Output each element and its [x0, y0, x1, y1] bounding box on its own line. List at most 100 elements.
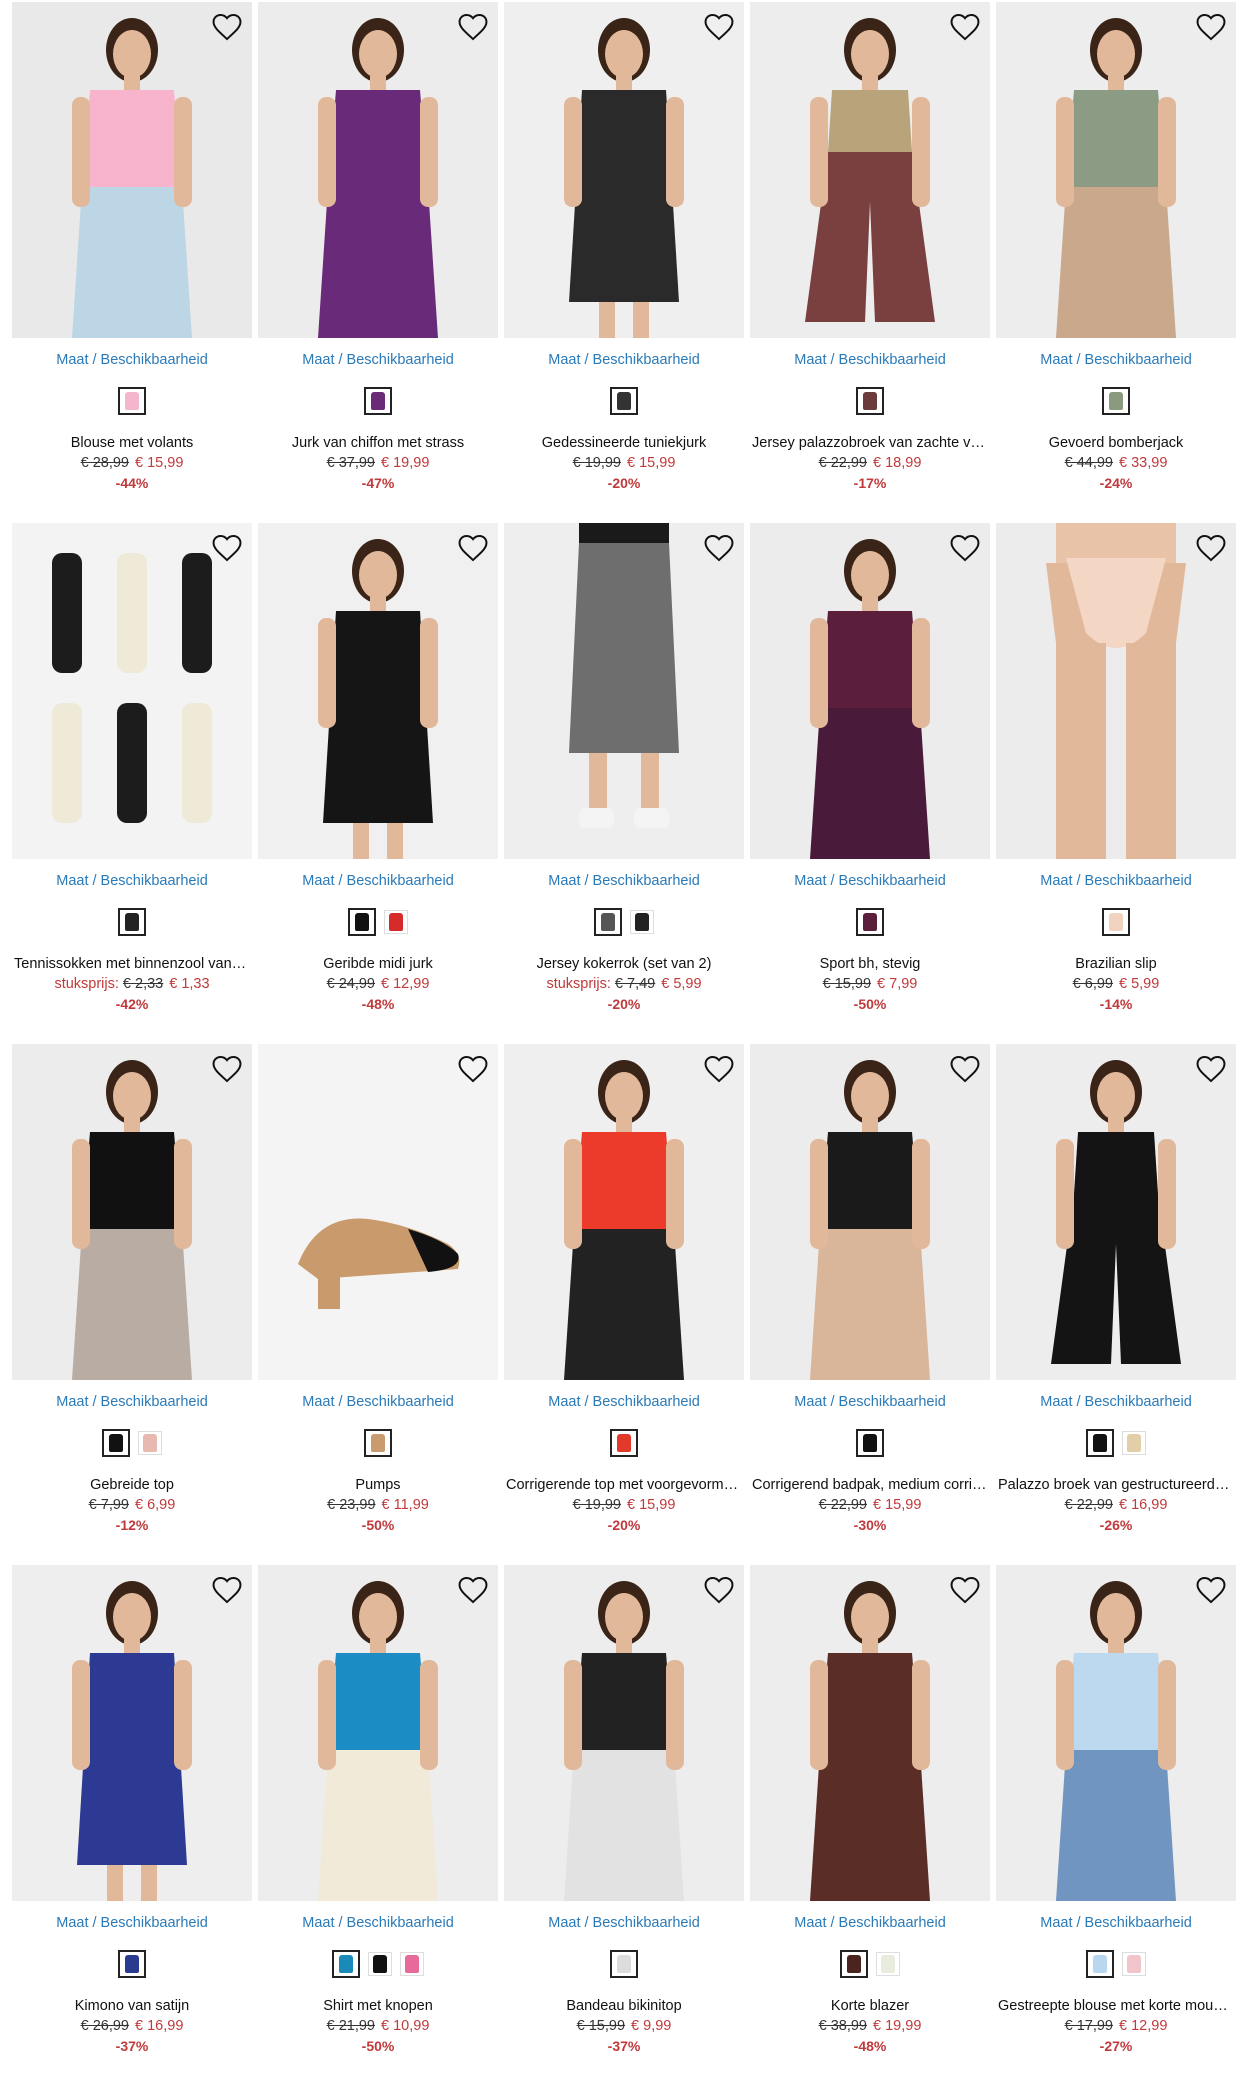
product-card[interactable]: Maat / Beschikbaarheid Brazilian slip € 6,… — [996, 523, 1236, 1014]
size-availability-link[interactable]: Maat / Beschikbaarheid — [12, 872, 252, 890]
wishlist-heart-icon[interactable] — [948, 531, 982, 565]
wishlist-heart-icon[interactable] — [210, 1052, 244, 1086]
wishlist-heart-icon[interactable] — [456, 1052, 490, 1086]
product-image[interactable] — [996, 1044, 1236, 1380]
color-swatch[interactable] — [102, 1429, 130, 1457]
color-swatch[interactable] — [1102, 908, 1130, 936]
color-swatch[interactable] — [610, 387, 638, 415]
product-name[interactable]: Corrigerend badpak, medium corrigerend — [750, 1475, 990, 1495]
color-swatch[interactable] — [594, 908, 622, 936]
product-name[interactable]: Brazilian slip — [996, 954, 1236, 974]
wishlist-heart-icon[interactable] — [210, 531, 244, 565]
product-image[interactable] — [12, 2, 252, 338]
product-image[interactable] — [750, 2, 990, 338]
product-card[interactable]: Maat / Beschikbaarheid Sport bh, stevig € … — [750, 523, 990, 1014]
product-name[interactable]: Kimono van satijn — [12, 1996, 252, 2016]
color-swatch[interactable] — [1122, 1431, 1146, 1455]
product-card[interactable]: Maat / Beschikbaarheid Shirt met knopen € … — [258, 1565, 498, 2056]
product-card[interactable]: Maat / Beschikbaarheid Gevoerd bomberjack… — [996, 2, 1236, 493]
product-card[interactable]: Maat / Beschikbaarheid Jersey palazzobroe… — [750, 2, 990, 493]
product-card[interactable]: Maat / Beschikbaarheid Gebreide top € 7,99… — [12, 1044, 252, 1535]
color-swatch[interactable] — [1102, 387, 1130, 415]
product-name[interactable]: Gevoerd bomberjack — [996, 433, 1236, 453]
size-availability-link[interactable]: Maat / Beschikbaarheid — [750, 1393, 990, 1411]
size-availability-link[interactable]: Maat / Beschikbaarheid — [258, 1393, 498, 1411]
product-name[interactable]: Jurk van chiffon met strass — [258, 433, 498, 453]
size-availability-link[interactable]: Maat / Beschikbaarheid — [12, 1393, 252, 1411]
product-name[interactable]: Korte blazer — [750, 1996, 990, 2016]
product-image[interactable] — [750, 1044, 990, 1380]
product-card[interactable]: Maat / Beschikbaarheid Pumps € 23,99 € 11,9… — [258, 1044, 498, 1535]
product-image[interactable] — [504, 1044, 744, 1380]
color-swatch[interactable] — [1122, 1952, 1146, 1976]
product-name[interactable]: Corrigerende top met voorgevormde cups — [504, 1475, 744, 1495]
product-image[interactable] — [750, 1565, 990, 1901]
size-availability-link[interactable]: Maat / Beschikbaarheid — [12, 1914, 252, 1932]
size-availability-link[interactable]: Maat / Beschikbaarheid — [258, 351, 498, 369]
product-name[interactable]: Jersey palazzobroek van zachte viscose — [750, 433, 990, 453]
product-card[interactable]: Maat / Beschikbaarheid Jersey kokerrok (s… — [504, 523, 744, 1014]
size-availability-link[interactable]: Maat / Beschikbaarheid — [504, 1393, 744, 1411]
wishlist-heart-icon[interactable] — [456, 531, 490, 565]
product-card[interactable]: Maat / Beschikbaarheid Tennissokken met b… — [12, 523, 252, 1014]
wishlist-heart-icon[interactable] — [702, 531, 736, 565]
product-card[interactable]: Maat / Beschikbaarheid Corrigerend badpak… — [750, 1044, 990, 1535]
wishlist-heart-icon[interactable] — [702, 1052, 736, 1086]
product-image[interactable] — [996, 1565, 1236, 1901]
size-availability-link[interactable]: Maat / Beschikbaarheid — [258, 1914, 498, 1932]
product-card[interactable]: Maat / Beschikbaarheid Bandeau bikinitop €… — [504, 1565, 744, 2056]
color-swatch[interactable] — [610, 1950, 638, 1978]
product-card[interactable]: Maat / Beschikbaarheid Geribde midi jurk €… — [258, 523, 498, 1014]
size-availability-link[interactable]: Maat / Beschikbaarheid — [750, 351, 990, 369]
size-availability-link[interactable]: Maat / Beschikbaarheid — [750, 872, 990, 890]
color-swatch[interactable] — [1086, 1950, 1114, 1978]
size-availability-link[interactable]: Maat / Beschikbaarheid — [12, 351, 252, 369]
product-image[interactable] — [504, 523, 744, 859]
color-swatch[interactable] — [630, 910, 654, 934]
product-image[interactable] — [258, 1565, 498, 1901]
color-swatch[interactable] — [364, 387, 392, 415]
product-image[interactable] — [996, 523, 1236, 859]
color-swatch[interactable] — [364, 1429, 392, 1457]
color-swatch[interactable] — [368, 1952, 392, 1976]
product-card[interactable]: Maat / Beschikbaarheid Gestreepte blouse … — [996, 1565, 1236, 2056]
product-name[interactable]: Jersey kokerrok (set van 2) — [504, 954, 744, 974]
product-name[interactable]: Geribde midi jurk — [258, 954, 498, 974]
product-name[interactable]: Bandeau bikinitop — [504, 1996, 744, 2016]
color-swatch[interactable] — [118, 1950, 146, 1978]
size-availability-link[interactable]: Maat / Beschikbaarheid — [996, 1393, 1236, 1411]
wishlist-heart-icon[interactable] — [702, 1573, 736, 1607]
product-name[interactable]: Shirt met knopen — [258, 1996, 498, 2016]
product-image[interactable] — [12, 1044, 252, 1380]
size-availability-link[interactable]: Maat / Beschikbaarheid — [504, 351, 744, 369]
product-card[interactable]: Maat / Beschikbaarheid Corrigerende top m… — [504, 1044, 744, 1535]
size-availability-link[interactable]: Maat / Beschikbaarheid — [996, 351, 1236, 369]
size-availability-link[interactable]: Maat / Beschikbaarheid — [504, 872, 744, 890]
product-image[interactable] — [504, 2, 744, 338]
product-image[interactable] — [504, 1565, 744, 1901]
product-name[interactable]: Blouse met volants — [12, 433, 252, 453]
wishlist-heart-icon[interactable] — [1194, 1052, 1228, 1086]
size-availability-link[interactable]: Maat / Beschikbaarheid — [258, 872, 498, 890]
product-name[interactable]: Gebreide top — [12, 1475, 252, 1495]
product-name[interactable]: Sport bh, stevig — [750, 954, 990, 974]
size-availability-link[interactable]: Maat / Beschikbaarheid — [996, 1914, 1236, 1932]
product-name[interactable]: Gestreepte blouse met korte mouwen — [996, 1996, 1236, 2016]
color-swatch[interactable] — [856, 908, 884, 936]
product-card[interactable]: Maat / Beschikbaarheid Palazzo broek van … — [996, 1044, 1236, 1535]
product-image[interactable] — [258, 2, 498, 338]
color-swatch[interactable] — [840, 1950, 868, 1978]
color-swatch[interactable] — [610, 1429, 638, 1457]
product-image[interactable] — [258, 523, 498, 859]
product-image[interactable] — [12, 523, 252, 859]
product-image[interactable] — [996, 2, 1236, 338]
product-image[interactable] — [750, 523, 990, 859]
product-card[interactable]: Maat / Beschikbaarheid Blouse met volants… — [12, 2, 252, 493]
color-swatch[interactable] — [400, 1952, 424, 1976]
wishlist-heart-icon[interactable] — [1194, 1573, 1228, 1607]
product-card[interactable]: Maat / Beschikbaarheid Jurk van chiffon m… — [258, 2, 498, 493]
color-swatch[interactable] — [384, 910, 408, 934]
size-availability-link[interactable]: Maat / Beschikbaarheid — [750, 1914, 990, 1932]
size-availability-link[interactable]: Maat / Beschikbaarheid — [504, 1914, 744, 1932]
product-image[interactable] — [258, 1044, 498, 1380]
